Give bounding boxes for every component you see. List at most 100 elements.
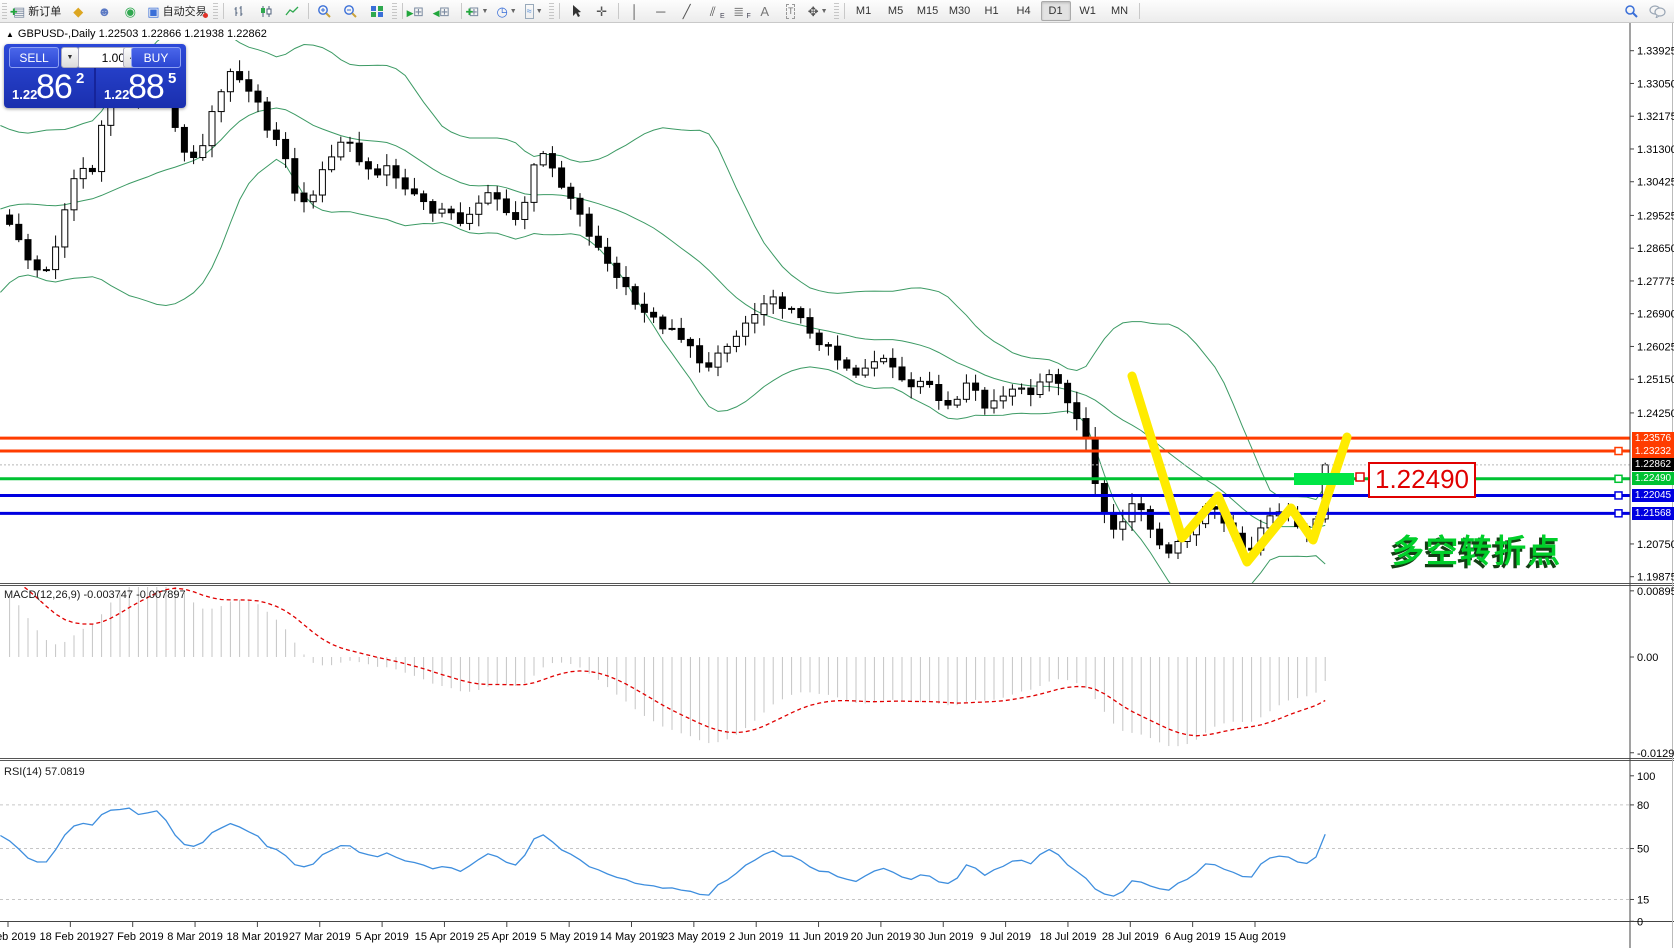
svg-text:5 May 2019: 5 May 2019 [540, 931, 597, 943]
auto-trading-button[interactable]: ▣ 自动交易 [144, 1, 209, 21]
timeframe-M5[interactable]: M5 [881, 1, 911, 21]
zigzag-drawing[interactable] [1132, 376, 1347, 562]
hline-handle-1.22490[interactable] [1615, 475, 1622, 482]
tile-windows-button[interactable] [365, 1, 389, 21]
zoom-in-button[interactable] [313, 1, 337, 21]
bar-chart-button[interactable] [228, 1, 252, 21]
price-axis[interactable]: 1.339251.330501.321751.313001.304251.295… [1630, 46, 1674, 929]
svg-text:23 May 2019: 23 May 2019 [662, 931, 726, 943]
crosshair-tool-button[interactable]: ✛ [590, 1, 614, 21]
cursor-tool-button[interactable] [564, 1, 588, 21]
svg-text:100: 100 [1637, 771, 1655, 783]
volume-decrease-button[interactable]: ▼ [61, 47, 79, 68]
rsi-label: RSI(14) 57.0819 [4, 766, 85, 778]
macd-histogram [10, 575, 1326, 746]
cursor-icon [570, 4, 582, 18]
sell-price-area[interactable]: 1.22 86 2 [4, 68, 96, 108]
new-chart-dropdown[interactable]: ⊞✚▼ [466, 1, 492, 21]
zoom-out-icon [343, 4, 358, 18]
svg-text:1.33925: 1.33925 [1637, 46, 1674, 58]
svg-text:0.008954: 0.008954 [1637, 586, 1674, 598]
svg-text:5 Apr 2019: 5 Apr 2019 [355, 931, 408, 943]
svg-text:20 Jun 2019: 20 Jun 2019 [851, 931, 912, 943]
zoom-out-button[interactable] [339, 1, 363, 21]
text-tool-button[interactable]: A [753, 1, 777, 21]
template-icon: ≈ [525, 4, 534, 19]
svg-text:1.19875: 1.19875 [1637, 572, 1674, 584]
trendline-icon: ╱ [683, 5, 691, 18]
one-click-trading-panel: SELL ▼ ▲ BUY 1.22 86 2 1.22 88 5 [4, 44, 186, 108]
svg-text:25 Apr 2019: 25 Apr 2019 [477, 931, 536, 943]
rsi-line [0, 808, 1325, 896]
timeframe-M30[interactable]: M30 [945, 1, 975, 21]
svg-text:30 Jun 2019: 30 Jun 2019 [913, 931, 974, 943]
toolbar-grip[interactable] [2, 3, 7, 19]
hline-handle-1.23232[interactable] [1615, 448, 1622, 455]
chart-profile-prev-button[interactable]: ⊞◀ [433, 1, 457, 21]
axis-label-1.23232: 1.23232 [1632, 445, 1674, 458]
svg-text:0.00: 0.00 [1637, 652, 1658, 664]
new-order-icon: ▤✚ [13, 5, 25, 18]
svg-text:15 Apr 2019: 15 Apr 2019 [415, 931, 474, 943]
price-callout-box[interactable]: 1.22490 [1368, 462, 1476, 498]
hline-tool-button[interactable]: ─ [649, 1, 673, 21]
metaeditor-button[interactable]: ☻ [92, 1, 116, 21]
signals-button[interactable]: ◉ [118, 1, 142, 21]
arrows-tool-dropdown[interactable]: ✥▼ [805, 1, 831, 21]
collapse-triangle-icon[interactable]: ▲ [6, 30, 14, 39]
svg-text:6 Aug 2019: 6 Aug 2019 [1165, 931, 1221, 943]
buy-button[interactable]: BUY [131, 47, 181, 68]
svg-text:1.20750: 1.20750 [1637, 539, 1674, 551]
styles-button[interactable]: ◆ [66, 1, 90, 21]
template-dropdown[interactable]: ≈▼ [522, 1, 546, 21]
callout-anchor-square[interactable] [1356, 473, 1364, 481]
timeframe-D1[interactable]: D1 [1041, 1, 1071, 21]
line-chart-button[interactable] [280, 1, 304, 21]
svg-text:50: 50 [1637, 844, 1649, 856]
svg-text:1.26900: 1.26900 [1637, 309, 1674, 321]
gold-diamond-icon: ◆ [73, 5, 83, 18]
svg-text:8 Feb 2019: 8 Feb 2019 [0, 931, 36, 943]
axis-label-1.23576: 1.23576 [1632, 432, 1674, 445]
vline-tool-button[interactable]: │ [623, 1, 647, 21]
new-order-button[interactable]: ▤✚ 新订单 [10, 1, 64, 21]
highlight-rectangle[interactable] [1294, 473, 1354, 485]
label-icon: T [786, 4, 796, 19]
candlestick-chart-icon [259, 5, 273, 18]
candlestick-chart-button[interactable] [254, 1, 278, 21]
svg-text:1.32175: 1.32175 [1637, 111, 1674, 123]
hline-handle-1.22045[interactable] [1615, 492, 1622, 499]
svg-text:18 Feb 2019: 18 Feb 2019 [39, 931, 101, 943]
svg-text:14 May 2019: 14 May 2019 [600, 931, 664, 943]
channel-icon: ⫽ [710, 5, 716, 18]
search-button[interactable] [1619, 1, 1643, 21]
axis-label-1.22045: 1.22045 [1632, 489, 1674, 502]
fibonacci-icon: ≣ [733, 5, 744, 18]
hline-handle-1.21568[interactable] [1615, 510, 1622, 517]
fibonacci-tool-button[interactable]: ≣F [727, 1, 751, 21]
svg-text:8 Mar 2019: 8 Mar 2019 [167, 931, 223, 943]
green-arrow-left-icon: ◀ [433, 8, 440, 19]
timeframe-W1[interactable]: W1 [1073, 1, 1103, 21]
chat-button[interactable] [1645, 1, 1669, 21]
svg-text:80: 80 [1637, 800, 1649, 812]
trendline-tool-button[interactable]: ╱ [675, 1, 699, 21]
date-axis[interactable]: 8 Feb 201918 Feb 201927 Feb 20198 Mar 20… [0, 922, 1286, 943]
chart-profile-next-button[interactable]: ⊞▶ [407, 1, 431, 21]
sell-button[interactable]: SELL [9, 47, 59, 68]
auto-trading-label: 自动交易 [163, 3, 207, 19]
timeframe-M15[interactable]: M15 [913, 1, 943, 21]
timeframe-H1[interactable]: H1 [977, 1, 1007, 21]
period-clock-dropdown[interactable]: ◷▼ [493, 1, 519, 21]
label-tool-button[interactable]: T [779, 1, 803, 21]
buy-price-area[interactable]: 1.22 88 5 [96, 68, 186, 108]
svg-text:1.29525: 1.29525 [1637, 210, 1674, 222]
svg-text:27 Mar 2019: 27 Mar 2019 [289, 931, 351, 943]
svg-text:0: 0 [1637, 916, 1643, 928]
crosshair-icon: ✛ [596, 5, 607, 18]
channel-tool-button[interactable]: ⫽E [701, 1, 725, 21]
horizontal-line-icon: ─ [656, 5, 665, 18]
timeframe-MN[interactable]: MN [1105, 1, 1135, 21]
timeframe-H4[interactable]: H4 [1009, 1, 1039, 21]
timeframe-M1[interactable]: M1 [849, 1, 879, 21]
